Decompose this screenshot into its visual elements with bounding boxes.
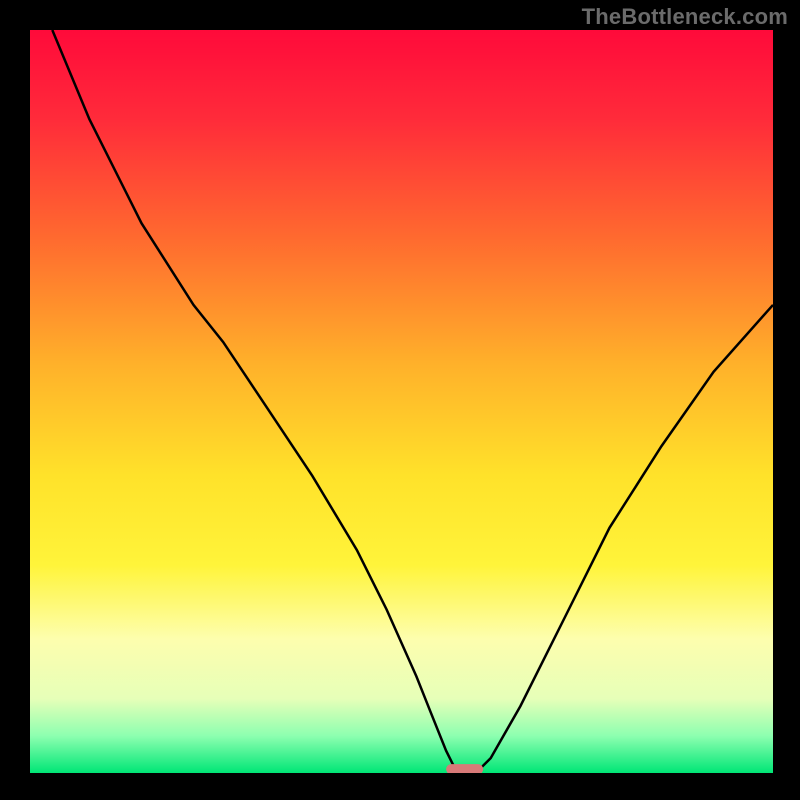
chart-background (30, 30, 773, 773)
bottleneck-chart (30, 30, 773, 773)
chart-frame: TheBottleneck.com (0, 0, 800, 800)
attribution-label: TheBottleneck.com (582, 4, 788, 30)
optimal-range-marker (446, 764, 483, 773)
